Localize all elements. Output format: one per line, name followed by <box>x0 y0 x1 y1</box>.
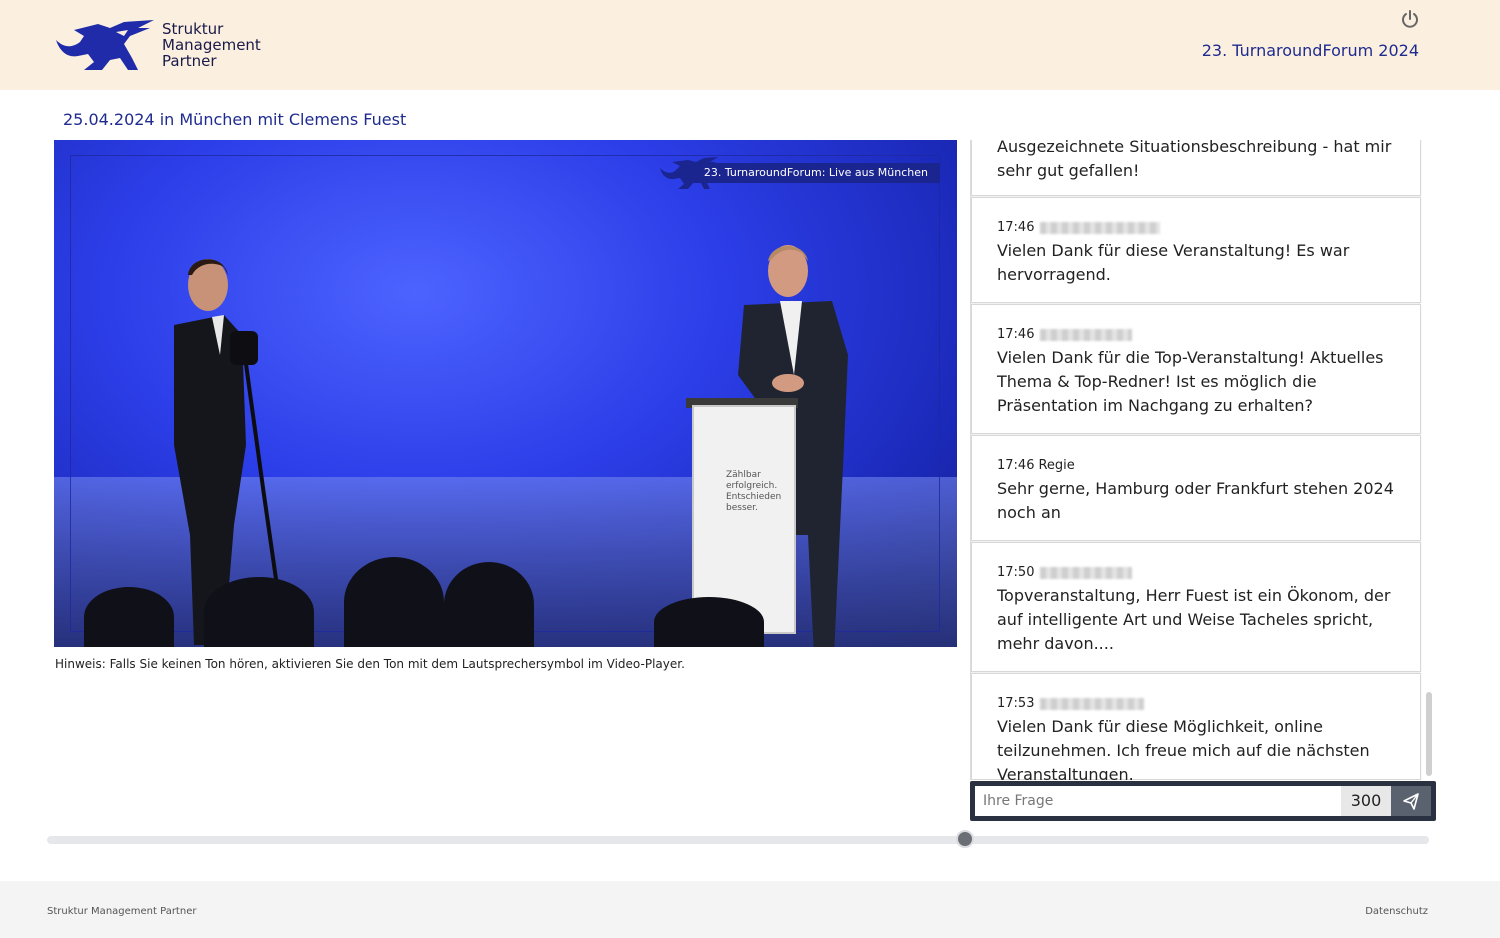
message-text: Vielen Dank für diese Veranstaltung! Es … <box>997 241 1350 284</box>
logo-text: Struktur Management Partner <box>162 21 261 69</box>
chat-message: 17:50 Topveranstaltung, Herr Fuest ist e… <box>971 542 1421 672</box>
chat-message: 17:46 Vielen Dank für diese Veranstaltun… <box>971 197 1421 303</box>
send-button[interactable] <box>1391 786 1431 816</box>
message-meta: 17:46 <box>997 220 1161 235</box>
redacted-author <box>1040 328 1133 341</box>
message-time: 17:50 <box>997 565 1035 580</box>
privacy-link[interactable]: Datenschutz <box>1365 906 1428 917</box>
message-meta: 17:46 <box>997 327 1133 342</box>
audience-head <box>344 557 444 647</box>
logo-line: Management <box>162 36 261 54</box>
podium-line: erfolgreich. <box>726 481 778 491</box>
message-text: Ausgezeichnete Situationsbeschreibung - … <box>997 140 1392 180</box>
message-text: Topveranstaltung, Herr Fuest ist ein Öko… <box>997 586 1391 653</box>
message-time: 17:46 <box>997 220 1035 235</box>
podium-line: Zählbar <box>726 470 761 480</box>
redacted-author <box>1040 566 1133 579</box>
footer: Struktur Management Partner Datenschutz <box>0 881 1500 938</box>
live-label: 23. TurnaroundForum: Live aus München <box>691 163 940 183</box>
power-icon[interactable] <box>1400 9 1420 29</box>
company-logo[interactable]: Struktur Management Partner <box>54 18 264 74</box>
chat-message: 17:46 Vielen Dank für die Top-Veranstalt… <box>971 304 1421 434</box>
session-subtitle: 25.04.2024 in München mit Clemens Fuest <box>63 110 407 129</box>
footer-company: Struktur Management Partner <box>47 906 197 917</box>
question-form: 300 <box>970 781 1436 821</box>
event-title: 23. TurnaroundForum 2024 <box>1201 41 1419 60</box>
video-player[interactable]: Zählbar erfolgreich. Entschieden besser.… <box>54 140 957 647</box>
logo-line: Partner <box>162 52 217 70</box>
character-counter: 300 <box>1341 786 1391 816</box>
message-meta: 17:50 <box>997 565 1133 580</box>
redacted-author <box>1040 697 1145 710</box>
audience-head <box>84 587 174 647</box>
message-author: Regie <box>1038 458 1075 473</box>
header: Struktur Management Partner 23. Turnarou… <box>0 0 1500 90</box>
audience-head <box>654 597 764 647</box>
podium-text: Zählbar erfolgreich. Entschieden besser. <box>726 470 781 514</box>
chat-scrollbar[interactable] <box>1423 140 1435 780</box>
message-text: Vielen Dank für diese Möglichkeit, onlin… <box>997 717 1370 780</box>
chat-message: 17:53 Vielen Dank für diese Möglichkeit,… <box>971 673 1421 780</box>
chat-panel[interactable]: Ausgezeichnete Situationsbeschreibung - … <box>970 140 1437 780</box>
message-time: 17:46 <box>997 327 1035 342</box>
audience-head <box>444 562 534 647</box>
logo-line: Struktur <box>162 20 224 38</box>
message-text: Sehr gerne, Hamburg oder Frankfurt stehe… <box>997 479 1394 522</box>
message-time: 17:46 <box>997 458 1035 473</box>
podium-line: besser. <box>726 503 758 513</box>
message-meta: 17:46 Regie <box>997 458 1075 473</box>
podium-line: Entschieden <box>726 492 782 502</box>
audio-hint: Hinweis: Falls Sie keinen Ton hören, akt… <box>55 657 685 671</box>
scrollbar-thumb[interactable] <box>1426 692 1432 776</box>
redacted-author <box>1040 221 1161 234</box>
question-input[interactable] <box>975 786 1341 816</box>
griffin-logo-icon <box>56 20 154 70</box>
audience-head <box>204 577 314 647</box>
chat-message: Ausgezeichnete Situationsbeschreibung - … <box>971 140 1421 196</box>
message-text: Vielen Dank für die Top-Veranstaltung! A… <box>997 348 1384 415</box>
send-icon <box>1403 793 1419 810</box>
playback-slider-handle[interactable] <box>955 830 974 848</box>
message-meta: 17:53 <box>997 696 1145 711</box>
chat-message: 17:46 Regie Sehr gerne, Hamburg oder Fran… <box>971 435 1421 541</box>
message-time: 17:53 <box>997 696 1035 711</box>
playback-slider-track[interactable] <box>47 836 1429 844</box>
